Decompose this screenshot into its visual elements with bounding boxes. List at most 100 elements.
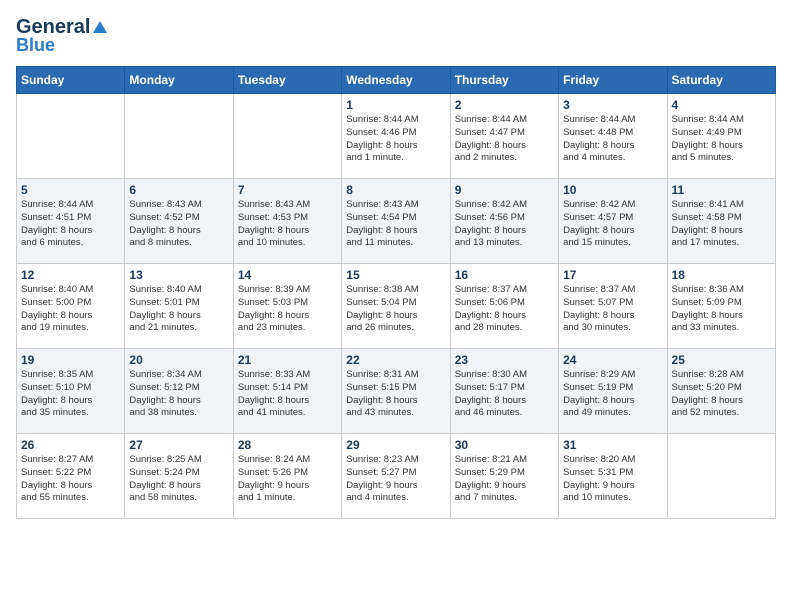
day-number: 17 xyxy=(563,268,662,282)
day-info: Sunrise: 8:43 AM Sunset: 4:53 PM Dayligh… xyxy=(238,199,337,250)
day-number: 9 xyxy=(455,183,554,197)
calendar-week-row: 19 Sunrise: 8:35 AM Sunset: 5:10 PM Dayli… xyxy=(17,349,776,434)
calendar-cell: 31 Sunrise: 8:20 AM Sunset: 5:31 PM Dayli… xyxy=(559,434,667,519)
day-info: Sunrise: 8:35 AM Sunset: 5:10 PM Dayligh… xyxy=(21,369,120,420)
day-info: Sunrise: 8:44 AM Sunset: 4:46 PM Dayligh… xyxy=(346,114,445,165)
calendar-cell: 10 Sunrise: 8:42 AM Sunset: 4:57 PM Dayli… xyxy=(559,179,667,264)
calendar-week-row: 1 Sunrise: 8:44 AM Sunset: 4:46 PM Daylig… xyxy=(17,94,776,179)
weekday-header-saturday: Saturday xyxy=(667,67,775,94)
day-info: Sunrise: 8:28 AM Sunset: 5:20 PM Dayligh… xyxy=(672,369,771,420)
day-info: Sunrise: 8:38 AM Sunset: 5:04 PM Dayligh… xyxy=(346,284,445,335)
day-info: Sunrise: 8:34 AM Sunset: 5:12 PM Dayligh… xyxy=(129,369,228,420)
day-number: 1 xyxy=(346,98,445,112)
calendar-cell: 23 Sunrise: 8:30 AM Sunset: 5:17 PM Dayli… xyxy=(450,349,558,434)
calendar-cell xyxy=(233,94,341,179)
day-info: Sunrise: 8:43 AM Sunset: 4:52 PM Dayligh… xyxy=(129,199,228,250)
day-number: 10 xyxy=(563,183,662,197)
day-info: Sunrise: 8:42 AM Sunset: 4:57 PM Dayligh… xyxy=(563,199,662,250)
day-info: Sunrise: 8:44 AM Sunset: 4:47 PM Dayligh… xyxy=(455,114,554,165)
logo: General Blue xyxy=(16,16,110,56)
day-number: 3 xyxy=(563,98,662,112)
day-info: Sunrise: 8:33 AM Sunset: 5:14 PM Dayligh… xyxy=(238,369,337,420)
day-info: Sunrise: 8:40 AM Sunset: 5:00 PM Dayligh… xyxy=(21,284,120,335)
day-number: 31 xyxy=(563,438,662,452)
calendar-cell: 13 Sunrise: 8:40 AM Sunset: 5:01 PM Dayli… xyxy=(125,264,233,349)
calendar-cell xyxy=(17,94,125,179)
day-info: Sunrise: 8:39 AM Sunset: 5:03 PM Dayligh… xyxy=(238,284,337,335)
calendar-week-row: 12Sunrise: 8:40 AM Sunset: 5:00 PM Dayli… xyxy=(17,264,776,349)
calendar-cell: 11Sunrise: 8:41 AM Sunset: 4:58 PM Dayli… xyxy=(667,179,775,264)
day-info: Sunrise: 8:40 AM Sunset: 5:01 PM Dayligh… xyxy=(129,284,228,335)
day-info: Sunrise: 8:42 AM Sunset: 4:56 PM Dayligh… xyxy=(455,199,554,250)
weekday-header-wednesday: Wednesday xyxy=(342,67,450,94)
day-info: Sunrise: 8:44 AM Sunset: 4:48 PM Dayligh… xyxy=(563,114,662,165)
day-info: Sunrise: 8:27 AM Sunset: 5:22 PM Dayligh… xyxy=(21,454,120,505)
day-number: 19 xyxy=(21,353,120,367)
day-info: Sunrise: 8:23 AM Sunset: 5:27 PM Dayligh… xyxy=(346,454,445,505)
day-number: 30 xyxy=(455,438,554,452)
calendar-cell: 7Sunrise: 8:43 AM Sunset: 4:53 PM Daylig… xyxy=(233,179,341,264)
calendar-cell: 2 Sunrise: 8:44 AM Sunset: 4:47 PM Daylig… xyxy=(450,94,558,179)
day-number: 27 xyxy=(129,438,228,452)
calendar-cell: 21 Sunrise: 8:33 AM Sunset: 5:14 PM Dayli… xyxy=(233,349,341,434)
logo-icon xyxy=(91,19,109,37)
calendar-cell: 20 Sunrise: 8:34 AM Sunset: 5:12 PM Dayli… xyxy=(125,349,233,434)
calendar-cell: 14 Sunrise: 8:39 AM Sunset: 5:03 PM Dayli… xyxy=(233,264,341,349)
day-number: 11 xyxy=(672,183,771,197)
weekday-header-tuesday: Tuesday xyxy=(233,67,341,94)
day-number: 25 xyxy=(672,353,771,367)
day-number: 5 xyxy=(21,183,120,197)
day-number: 26 xyxy=(21,438,120,452)
day-number: 15 xyxy=(346,268,445,282)
day-number: 8 xyxy=(346,183,445,197)
day-info: Sunrise: 8:20 AM Sunset: 5:31 PM Dayligh… xyxy=(563,454,662,505)
day-info: Sunrise: 8:25 AM Sunset: 5:24 PM Dayligh… xyxy=(129,454,228,505)
day-number: 23 xyxy=(455,353,554,367)
day-number: 20 xyxy=(129,353,228,367)
day-number: 24 xyxy=(563,353,662,367)
calendar-cell: 15 Sunrise: 8:38 AM Sunset: 5:04 PM Dayli… xyxy=(342,264,450,349)
day-number: 14 xyxy=(238,268,337,282)
header: General Blue xyxy=(16,16,776,56)
day-info: Sunrise: 8:37 AM Sunset: 5:07 PM Dayligh… xyxy=(563,284,662,335)
calendar-cell: 28 Sunrise: 8:24 AM Sunset: 5:26 PM Dayli… xyxy=(233,434,341,519)
weekday-header-monday: Monday xyxy=(125,67,233,94)
calendar-cell: 16Sunrise: 8:37 AM Sunset: 5:06 PM Dayli… xyxy=(450,264,558,349)
calendar-week-row: 26 Sunrise: 8:27 AM Sunset: 5:22 PM Dayli… xyxy=(17,434,776,519)
day-info: Sunrise: 8:44 AM Sunset: 4:49 PM Dayligh… xyxy=(672,114,771,165)
day-info: Sunrise: 8:36 AM Sunset: 5:09 PM Dayligh… xyxy=(672,284,771,335)
calendar-cell: 17 Sunrise: 8:37 AM Sunset: 5:07 PM Dayli… xyxy=(559,264,667,349)
calendar-cell: 3 Sunrise: 8:44 AM Sunset: 4:48 PM Daylig… xyxy=(559,94,667,179)
day-info: Sunrise: 8:24 AM Sunset: 5:26 PM Dayligh… xyxy=(238,454,337,505)
calendar-cell: 6Sunrise: 8:43 AM Sunset: 4:52 PM Daylig… xyxy=(125,179,233,264)
calendar-cell: 18 Sunrise: 8:36 AM Sunset: 5:09 PM Dayli… xyxy=(667,264,775,349)
day-number: 2 xyxy=(455,98,554,112)
weekday-header-thursday: Thursday xyxy=(450,67,558,94)
calendar-cell: 9 Sunrise: 8:42 AM Sunset: 4:56 PM Daylig… xyxy=(450,179,558,264)
calendar-cell: 4 Sunrise: 8:44 AM Sunset: 4:49 PM Daylig… xyxy=(667,94,775,179)
day-number: 4 xyxy=(672,98,771,112)
calendar-cell: 24 Sunrise: 8:29 AM Sunset: 5:19 PM Dayli… xyxy=(559,349,667,434)
calendar-cell: 22Sunrise: 8:31 AM Sunset: 5:15 PM Dayli… xyxy=(342,349,450,434)
calendar-table: SundayMondayTuesdayWednesdayThursdayFrid… xyxy=(16,66,776,519)
day-info: Sunrise: 8:44 AM Sunset: 4:51 PM Dayligh… xyxy=(21,199,120,250)
calendar-cell: 30 Sunrise: 8:21 AM Sunset: 5:29 PM Dayli… xyxy=(450,434,558,519)
weekday-header-row: SundayMondayTuesdayWednesdayThursdayFrid… xyxy=(17,67,776,94)
day-number: 29 xyxy=(346,438,445,452)
logo-blue-label: Blue xyxy=(16,35,55,56)
day-info: Sunrise: 8:37 AM Sunset: 5:06 PM Dayligh… xyxy=(455,284,554,335)
calendar-cell: 8Sunrise: 8:43 AM Sunset: 4:54 PM Daylig… xyxy=(342,179,450,264)
calendar-cell: 27 Sunrise: 8:25 AM Sunset: 5:24 PM Dayli… xyxy=(125,434,233,519)
day-number: 13 xyxy=(129,268,228,282)
day-info: Sunrise: 8:30 AM Sunset: 5:17 PM Dayligh… xyxy=(455,369,554,420)
day-number: 28 xyxy=(238,438,337,452)
weekday-header-sunday: Sunday xyxy=(17,67,125,94)
day-info: Sunrise: 8:31 AM Sunset: 5:15 PM Dayligh… xyxy=(346,369,445,420)
calendar-cell: 5 Sunrise: 8:44 AM Sunset: 4:51 PM Daylig… xyxy=(17,179,125,264)
calendar-cell xyxy=(125,94,233,179)
day-number: 21 xyxy=(238,353,337,367)
calendar-cell: 29 Sunrise: 8:23 AM Sunset: 5:27 PM Dayli… xyxy=(342,434,450,519)
day-info: Sunrise: 8:21 AM Sunset: 5:29 PM Dayligh… xyxy=(455,454,554,505)
day-number: 18 xyxy=(672,268,771,282)
day-info: Sunrise: 8:29 AM Sunset: 5:19 PM Dayligh… xyxy=(563,369,662,420)
